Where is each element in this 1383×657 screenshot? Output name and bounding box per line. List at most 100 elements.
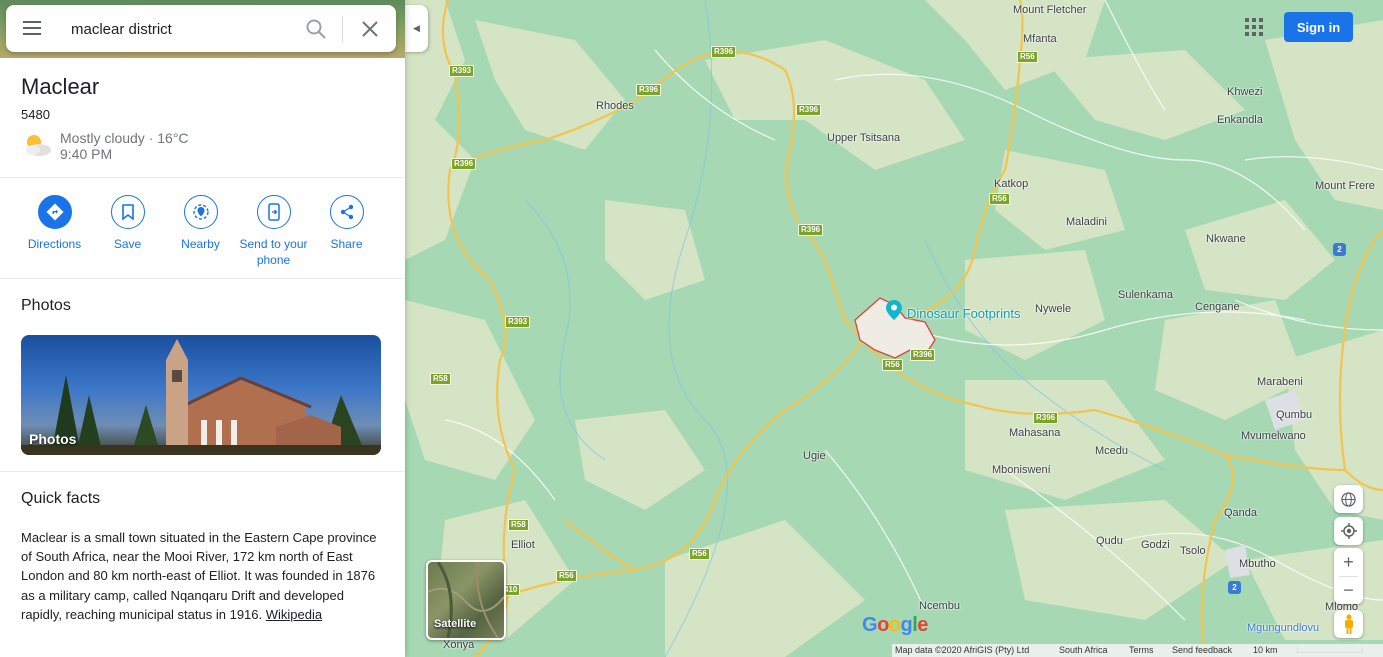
divider: [0, 177, 405, 178]
road-shield-n2: 2: [1228, 581, 1241, 594]
poi-label[interactable]: Dinosaur Footprints: [907, 306, 1020, 321]
globe-button[interactable]: [1334, 485, 1363, 513]
zoom-divider: [1339, 576, 1358, 577]
road-shield-r56: R56: [1017, 51, 1038, 63]
google-logo-letter: o: [877, 614, 889, 636]
directions-icon-circle: [37, 195, 72, 229]
send-to-phone-label: Send to your phone: [239, 237, 308, 267]
collapse-arrow-icon: ◀: [413, 23, 420, 33]
google-logo-letter: e: [917, 614, 928, 636]
google-logo-letter: g: [900, 614, 913, 636]
satellite-layer-toggle[interactable]: Satellite: [426, 560, 506, 640]
map-canvas[interactable]: Mount Fletcher Mfanta Khwezi Enkandla Rh…: [405, 0, 1383, 657]
bookmark-icon: [121, 204, 134, 220]
directions-label: Directions: [27, 237, 82, 251]
road-shield-r58: R58: [508, 519, 529, 531]
google-logo: Google: [862, 614, 928, 637]
weather-time: 9:40 PM: [60, 146, 113, 162]
map-footer: Map data ©2020 AfriGIS (Pty) Ltd South A…: [892, 644, 1383, 657]
scale-label[interactable]: 10 km: [1253, 645, 1278, 655]
map-label-cengane: Cengane: [1195, 301, 1240, 313]
map-label-rhodes: Rhodes: [596, 100, 634, 112]
nearby-icon-circle: [183, 195, 218, 229]
road-shield-r56: R56: [882, 359, 903, 371]
share-button[interactable]: Share: [310, 195, 383, 252]
road-shield-r396: R396: [798, 224, 824, 236]
weather-description: Mostly cloudy · 16°C: [60, 130, 189, 146]
road-shield-r396: R396: [796, 104, 822, 116]
road-shield-r393: R393: [449, 65, 475, 77]
road-shield-r58: R58: [430, 373, 451, 385]
map-attribution: Map data ©2020 AfriGIS (Pty) Ltd: [895, 645, 1030, 655]
my-location-icon: [1340, 523, 1357, 539]
zoom-in-button[interactable]: +: [1334, 548, 1363, 576]
search-input[interactable]: [69, 17, 293, 41]
send-feedback-link[interactable]: Send feedback: [1172, 645, 1232, 655]
send-to-phone-button[interactable]: Send to your phone: [237, 195, 310, 268]
sign-in-button[interactable]: Sign in: [1284, 12, 1353, 42]
map-label-qumbu: Qumbu: [1276, 409, 1313, 421]
map-label-marabeni: Marabeni: [1257, 376, 1303, 388]
road-shield-r393: R393: [505, 316, 531, 328]
photos-card-label: Photos: [29, 431, 77, 447]
map-label-mfanta: Mfanta: [1023, 33, 1057, 45]
map-label-nywele: Nywele: [1035, 303, 1072, 315]
map-label-katkop: Katkop: [994, 178, 1029, 190]
globe-icon: [1341, 491, 1356, 507]
terms-link[interactable]: Terms: [1129, 645, 1154, 655]
share-icon-circle: [329, 195, 364, 229]
map-label-upper-tsitsana: Upper Tsitsana: [827, 132, 901, 144]
map-label-mahasana: Mahasana: [1009, 427, 1061, 439]
google-logo-letter: G: [862, 614, 878, 636]
nearby-icon: [192, 204, 209, 220]
map-label-tsolo: Tsolo: [1180, 545, 1206, 557]
my-location-button[interactable]: [1334, 517, 1363, 545]
zoom-out-button[interactable]: −: [1334, 576, 1363, 604]
zoom-controls: + −: [1334, 548, 1363, 604]
place-title: Maclear: [21, 74, 100, 99]
map-terrain: [405, 0, 1383, 657]
photos-card[interactable]: Photos: [21, 335, 381, 455]
map-label-xonya: Xonya: [443, 639, 475, 651]
send-to-phone-icon-circle: [256, 195, 291, 229]
map-label-mboniswen: Mboniswení: [992, 464, 1051, 476]
save-label: Save: [113, 237, 142, 251]
pegman-icon: [1344, 614, 1353, 634]
google-logo-letter: o: [888, 614, 901, 636]
directions-button[interactable]: Directions: [18, 195, 91, 252]
wikipedia-link[interactable]: Wikipedia: [266, 607, 322, 622]
country-link[interactable]: South Africa: [1059, 645, 1108, 655]
search-icon[interactable]: [304, 17, 328, 41]
share-label: Share: [330, 237, 363, 251]
map-label-elliot: Elliot: [511, 539, 535, 551]
nearby-label: Nearby: [181, 237, 220, 251]
map-label-mgungundlovu: Mgungundlovu: [1247, 622, 1320, 634]
road-shield-r396: R396: [451, 158, 477, 170]
map-label-ncembu: Ncembu: [919, 600, 960, 612]
close-icon[interactable]: [358, 17, 382, 41]
divider: [0, 471, 405, 472]
map-label-godzi: Godzi: [1141, 539, 1170, 551]
pegman-button[interactable]: [1334, 610, 1363, 638]
map-label-mvumelwano: Mvumelwano: [1241, 430, 1306, 442]
map-label-sulenkama: Sulenkama: [1118, 289, 1174, 301]
nearby-button[interactable]: Nearby: [164, 195, 237, 252]
apps-grid-icon[interactable]: [1245, 18, 1263, 36]
map-label-khwezi: Khwezi: [1227, 86, 1263, 98]
map-label-qudu: Qudu: [1096, 535, 1123, 547]
search-divider: [342, 16, 343, 42]
road-shield-r396: R396: [636, 84, 662, 96]
map-label-enkandla: Enkandla: [1217, 114, 1263, 126]
poi-pin-icon: [886, 300, 902, 320]
map-label-ugie: Ugie: [803, 450, 826, 462]
collapse-panel-button[interactable]: ◀: [405, 5, 428, 52]
hamburger-menu-icon[interactable]: [20, 17, 44, 41]
postal-code: 5480: [21, 107, 50, 122]
map-label-nkwane: Nkwane: [1206, 233, 1246, 245]
map-label-mount-fletcher: Mount Fletcher: [1013, 4, 1087, 16]
quick-facts-body: Maclear is a small town situated in the …: [21, 528, 381, 624]
directions-icon: [46, 203, 63, 221]
save-button[interactable]: Save: [91, 195, 164, 252]
map-label-mcedu: Mcedu: [1095, 445, 1129, 457]
map-label-mount-frere: Mount Frere: [1315, 180, 1375, 192]
